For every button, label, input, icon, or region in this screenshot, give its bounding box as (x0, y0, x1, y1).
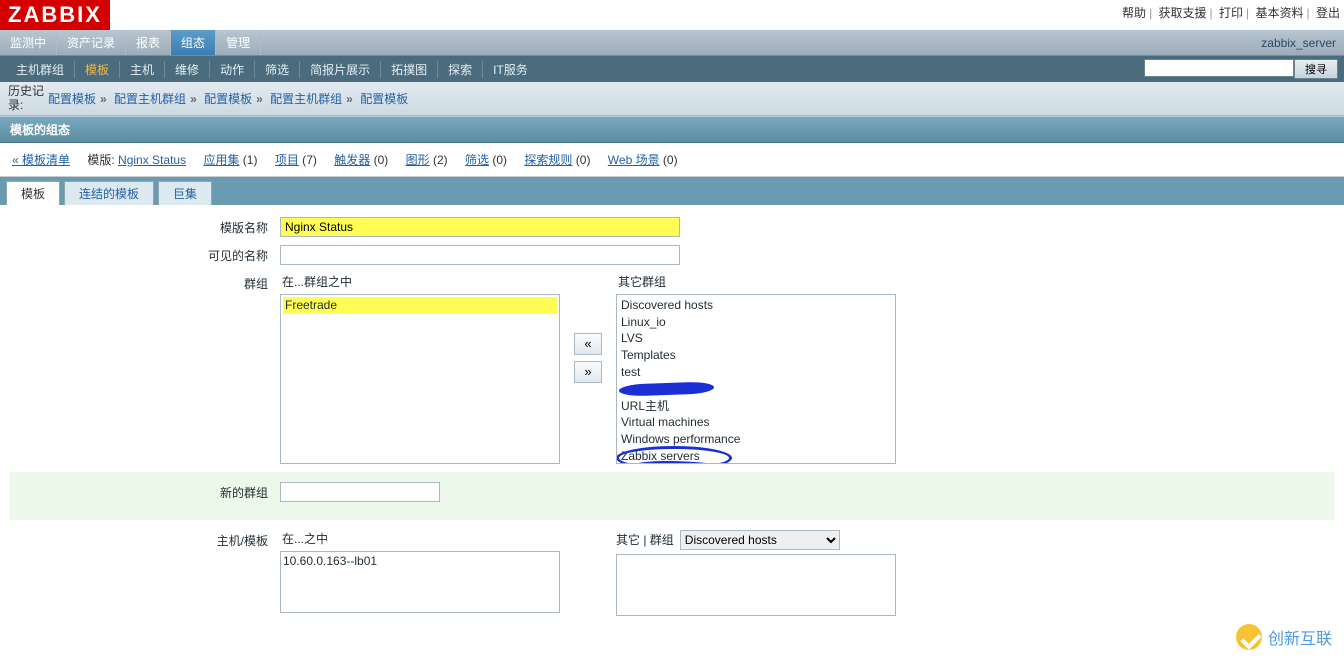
subnav-discovery[interactable]: 探索 (438, 61, 483, 78)
hosts-other-listbox[interactable] (616, 554, 896, 616)
search-input[interactable] (1144, 59, 1294, 77)
list-item[interactable]: Freetrade (283, 297, 557, 314)
list-item[interactable]: URL主机 (619, 398, 893, 415)
list-item[interactable]: Linux_io (619, 314, 893, 331)
nav-monitoring[interactable]: 监测中 (0, 30, 57, 55)
template-name-link[interactable]: Nginx Status (118, 153, 186, 167)
new-group-label: 新的群组 (10, 482, 280, 501)
server-label: zabbix_server (1261, 36, 1344, 50)
watermark: 创新互联 (1236, 624, 1332, 650)
subnav-maintenance[interactable]: 维修 (165, 61, 210, 78)
form-area: 模版名称 可见的名称 群组 在...群组之中 Freetrade « » 其它群… (0, 205, 1344, 636)
tab-linked[interactable]: 连结的模板 (64, 181, 154, 205)
other-groups-listbox[interactable]: Discovered hosts Linux_io LVS Templates … (616, 294, 896, 464)
list-item[interactable]: Virtual machines (619, 414, 893, 431)
name-label: 模版名称 (10, 217, 280, 236)
visible-name-label: 可见的名称 (10, 245, 280, 264)
in-label: 在...之中 (280, 530, 560, 547)
main-nav: 监测中 资产记录 报表 组态 管理 zabbix_server (0, 30, 1344, 56)
in-groups-listbox[interactable]: Freetrade (280, 294, 560, 464)
tab-template[interactable]: 模板 (6, 181, 60, 205)
info-bar: « 模板清单 模版: Nginx Status 应用集 (1) 项目 (7) 触… (0, 143, 1344, 177)
history-bar: 历史记录: 配置模板» 配置主机群组» 配置模板» 配置主机群组» 配置模板 (0, 82, 1344, 116)
breadcrumb: 配置模板» 配置主机群组» 配置模板» 配置主机群组» 配置模板 (48, 90, 408, 107)
items-link[interactable]: 项目 (275, 153, 299, 167)
list-item[interactable]: LVS (619, 330, 893, 347)
zabbix-logo: ZABBIX (0, 0, 110, 30)
template-label: 模版: (87, 153, 114, 167)
new-group-input[interactable] (280, 482, 440, 502)
triggers-link[interactable]: 触发器 (334, 153, 370, 167)
subnav-slides[interactable]: 简报片展示 (300, 61, 381, 78)
groups-label: 群组 (10, 273, 280, 292)
screens-link[interactable]: 筛选 (465, 153, 489, 167)
subnav-hostgroups[interactable]: 主机群组 (6, 61, 75, 78)
top-links: 帮助| 获取支援| 打印| 基本资料| 登出 (1122, 0, 1344, 21)
hosts-in-listbox[interactable]: 10.60.0.163--lb01 (280, 551, 560, 613)
graphs-link[interactable]: 图形 (406, 153, 430, 167)
sub-nav: 主机群组 模板 主机 维修 动作 筛选 简报片展示 拓撲图 探索 IT服务 搜寻 (0, 56, 1344, 82)
list-item[interactable]: 10.60.0.163--lb01 (283, 554, 557, 568)
app-link[interactable]: 应用集 (203, 153, 239, 167)
tabs-bar: 模板 连结的模板 巨集 (0, 177, 1344, 205)
list-item[interactable]: Templates (619, 347, 893, 364)
subnav-templates[interactable]: 模板 (75, 61, 120, 78)
subnav-hosts[interactable]: 主机 (120, 61, 165, 78)
crumb-0[interactable]: 配置模板 (48, 92, 96, 106)
visible-name-input[interactable] (280, 245, 680, 265)
watermark-text: 创新互联 (1268, 625, 1332, 649)
help-link[interactable]: 帮助 (1122, 6, 1146, 20)
crumb-4[interactable]: 配置模板 (360, 92, 408, 106)
web-link[interactable]: Web 场景 (608, 153, 660, 167)
check-icon (1236, 624, 1262, 650)
crumb-2[interactable]: 配置模板 (204, 92, 252, 106)
profile-link[interactable]: 基本资料 (1256, 6, 1304, 20)
template-name-input[interactable] (280, 217, 680, 237)
crumb-1[interactable]: 配置主机群组 (114, 92, 186, 106)
tab-macros[interactable]: 巨集 (158, 181, 212, 205)
subnav-screens[interactable]: 筛选 (255, 61, 300, 78)
subnav-itservices[interactable]: IT服务 (483, 61, 538, 78)
host-template-label: 主机/模板 (10, 530, 280, 549)
move-right-button[interactable]: » (574, 361, 602, 383)
other-groups-label: 其它群组 (616, 273, 896, 290)
other-group-select[interactable]: Discovered hosts (680, 530, 840, 550)
crumb-3[interactable]: 配置主机群组 (270, 92, 342, 106)
move-left-button[interactable]: « (574, 333, 602, 355)
search-button[interactable]: 搜寻 (1294, 59, 1338, 79)
print-link[interactable]: 打印 (1219, 6, 1243, 20)
nav-reports[interactable]: 报表 (126, 30, 171, 55)
list-item[interactable]: test (619, 364, 893, 381)
other-select-label: 其它 | 群组 (616, 531, 674, 548)
nav-administration[interactable]: 管理 (216, 30, 261, 55)
list-item[interactable]: Discovered hosts (619, 297, 893, 314)
logout-link[interactable]: 登出 (1316, 6, 1340, 20)
in-groups-label: 在...群组之中 (280, 273, 560, 290)
section-header: 模板的组态 (0, 116, 1344, 143)
nav-configuration[interactable]: 组态 (171, 30, 216, 55)
discovery-link[interactable]: 探索规则 (524, 153, 572, 167)
history-label: 历史记录: (8, 84, 48, 113)
subnav-maps[interactable]: 拓撲图 (381, 61, 438, 78)
back-to-list[interactable]: « 模板清单 (12, 153, 70, 167)
support-link[interactable]: 获取支援 (1159, 6, 1207, 20)
list-item-redacted[interactable]: (redacted) (619, 381, 893, 398)
subnav-actions[interactable]: 动作 (210, 61, 255, 78)
nav-inventory[interactable]: 资产记录 (57, 30, 126, 55)
